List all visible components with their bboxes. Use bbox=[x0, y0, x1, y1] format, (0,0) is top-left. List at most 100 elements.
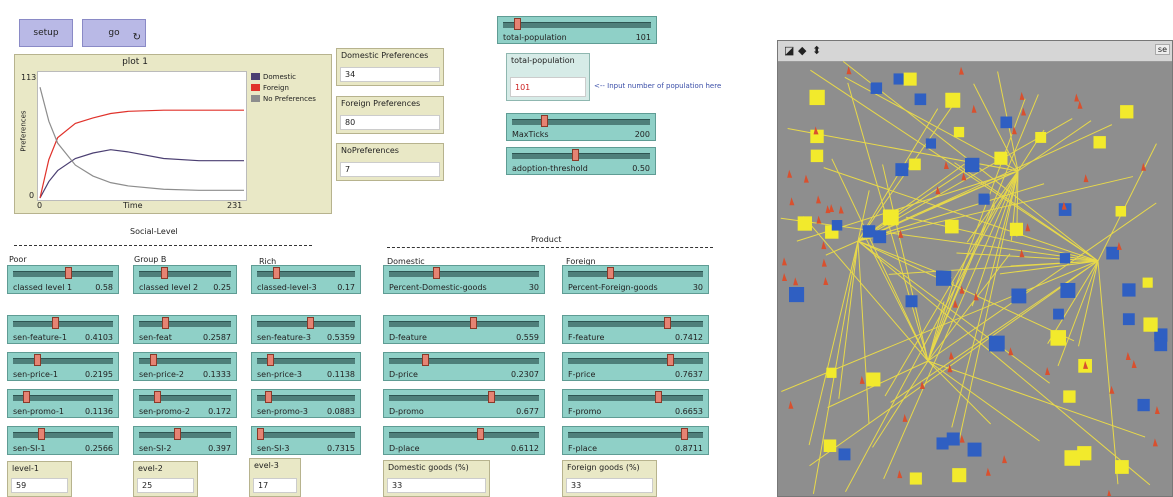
slider-knob[interactable] bbox=[173, 428, 181, 440]
plot-legend: Domestic Foreign No Preferences bbox=[251, 71, 331, 104]
go-button[interactable]: go ↻ bbox=[82, 19, 146, 47]
slider[interactable]: Percent-Domestic-goods 30 bbox=[383, 265, 545, 294]
agent-square bbox=[1120, 105, 1134, 119]
slider[interactable]: sen-price-1 0.2195 bbox=[7, 352, 119, 381]
agent-square bbox=[1064, 450, 1081, 466]
slider-label: adoption-threshold bbox=[512, 164, 588, 173]
social-level-header: Social-Level bbox=[130, 227, 178, 236]
slider-knob[interactable] bbox=[422, 354, 430, 366]
agent-square bbox=[797, 216, 812, 231]
level-2-monitor: evel-2 25 bbox=[133, 461, 198, 497]
agent-square bbox=[1115, 206, 1127, 217]
x-min-label: 0 bbox=[37, 201, 43, 210]
agent-square bbox=[1154, 338, 1168, 352]
slider[interactable]: sen-SI-1 0.2566 bbox=[7, 426, 119, 455]
slider-knob[interactable] bbox=[664, 317, 672, 329]
slider-track bbox=[503, 22, 651, 28]
move-horizontal-icon[interactable]: ◆ bbox=[798, 44, 806, 57]
legend-item: No Preferences bbox=[251, 93, 331, 104]
agent-square bbox=[895, 163, 909, 177]
maxticks-slider[interactable]: MaxTicks 200 bbox=[506, 113, 656, 141]
slider[interactable]: F-feature 0.7412 bbox=[562, 315, 709, 344]
agent-square bbox=[914, 93, 927, 106]
slider-knob[interactable] bbox=[272, 267, 280, 279]
edit-icon[interactable]: ◪ bbox=[784, 44, 794, 57]
total-population-slider[interactable]: total-population 101 bbox=[497, 16, 657, 44]
monitor-label: Foreign Preferences bbox=[341, 99, 421, 108]
slider[interactable]: sen-feature-3 0.5359 bbox=[251, 315, 361, 344]
slider-knob[interactable] bbox=[432, 267, 440, 279]
slider[interactable]: D-price 0.2307 bbox=[383, 352, 545, 381]
slider[interactable]: classed level 1 0.58 bbox=[7, 265, 119, 294]
slider-knob[interactable] bbox=[161, 317, 169, 329]
setup-button[interactable]: setup bbox=[19, 19, 73, 47]
slider-knob[interactable] bbox=[33, 354, 41, 366]
slider[interactable]: classed-level-3 0.17 bbox=[251, 265, 361, 294]
slider[interactable]: sen-promo-3 0.0883 bbox=[251, 389, 361, 418]
agent-square bbox=[952, 468, 967, 483]
slider-knob[interactable] bbox=[257, 428, 264, 440]
slider-knob[interactable] bbox=[655, 391, 663, 403]
slider[interactable]: sen-promo-2 0.172 bbox=[133, 389, 237, 418]
world-view[interactable]: ◪ ◆ ⬍ se bbox=[777, 40, 1173, 497]
slider-knob[interactable] bbox=[541, 115, 549, 127]
group-b-header: Group B bbox=[134, 255, 167, 264]
slider[interactable]: classed level 2 0.25 bbox=[133, 265, 237, 294]
slider[interactable]: F-promo 0.6653 bbox=[562, 389, 709, 418]
slider-knob[interactable] bbox=[666, 354, 674, 366]
slider-knob[interactable] bbox=[160, 267, 168, 279]
settings-button[interactable]: se bbox=[1154, 44, 1170, 55]
slider-knob[interactable] bbox=[477, 428, 485, 440]
input-value[interactable]: 101 bbox=[510, 77, 586, 97]
link-line bbox=[884, 170, 1019, 397]
y-min-label: 0 bbox=[29, 191, 35, 200]
slider-track bbox=[139, 271, 231, 277]
slider[interactable]: sen-feat 0.2587 bbox=[133, 315, 237, 344]
slider[interactable]: Percent-Foreign-goods 30 bbox=[562, 265, 709, 294]
slider[interactable]: sen-SI-3 0.7315 bbox=[251, 426, 361, 455]
agent-square bbox=[1035, 131, 1047, 143]
slider-knob[interactable] bbox=[23, 391, 31, 403]
agent-square bbox=[946, 432, 960, 446]
slider[interactable]: D-feature 0.559 bbox=[383, 315, 545, 344]
slider-value: 0.2195 bbox=[85, 370, 113, 379]
slider-label: sen-promo-3 bbox=[257, 407, 308, 416]
slider-knob[interactable] bbox=[37, 428, 45, 440]
slider[interactable]: sen-price-2 0.1333 bbox=[133, 352, 237, 381]
slider-knob[interactable] bbox=[514, 18, 522, 30]
slider-track bbox=[568, 271, 703, 277]
adoption-threshold-slider[interactable]: adoption-threshold 0.50 bbox=[506, 147, 656, 175]
slider[interactable]: sen-SI-2 0.397 bbox=[133, 426, 237, 455]
monitor-value: 25 bbox=[137, 478, 194, 493]
slider-knob[interactable] bbox=[487, 391, 495, 403]
slider-value: 0.6653 bbox=[675, 407, 703, 416]
slider-knob[interactable] bbox=[607, 267, 614, 279]
slider[interactable]: F-price 0.7637 bbox=[562, 352, 709, 381]
slider-knob[interactable] bbox=[150, 354, 158, 366]
slider[interactable]: F-place 0.8711 bbox=[562, 426, 709, 455]
slider[interactable]: sen-promo-1 0.1136 bbox=[7, 389, 119, 418]
total-population-input[interactable]: total-population 101 bbox=[506, 53, 590, 101]
agent-square bbox=[1093, 136, 1106, 149]
slider-knob[interactable] bbox=[65, 267, 73, 279]
slider-knob[interactable] bbox=[267, 354, 275, 366]
slider[interactable]: sen-feature-1 0.4103 bbox=[7, 315, 119, 344]
slider-knob[interactable] bbox=[571, 149, 579, 161]
slider-label: sen-price-3 bbox=[257, 370, 302, 379]
slider-knob[interactable] bbox=[470, 317, 478, 329]
slider-track bbox=[568, 321, 703, 327]
move-vertical-icon[interactable]: ⬍ bbox=[812, 44, 821, 57]
product-header: Product bbox=[531, 235, 562, 244]
person-agent bbox=[1109, 385, 1115, 394]
link-line bbox=[890, 260, 1099, 403]
slider[interactable]: D-promo 0.677 bbox=[383, 389, 545, 418]
slider-knob[interactable] bbox=[265, 391, 273, 403]
slider-knob[interactable] bbox=[681, 428, 689, 440]
monitor-value: 7 bbox=[340, 162, 440, 177]
slider-knob[interactable] bbox=[153, 391, 161, 403]
slider-knob[interactable] bbox=[307, 317, 315, 329]
slider-knob[interactable] bbox=[51, 317, 59, 329]
slider-track bbox=[389, 271, 539, 277]
slider[interactable]: sen-price-3 0.1138 bbox=[251, 352, 361, 381]
slider[interactable]: D-place 0.6112 bbox=[383, 426, 545, 455]
